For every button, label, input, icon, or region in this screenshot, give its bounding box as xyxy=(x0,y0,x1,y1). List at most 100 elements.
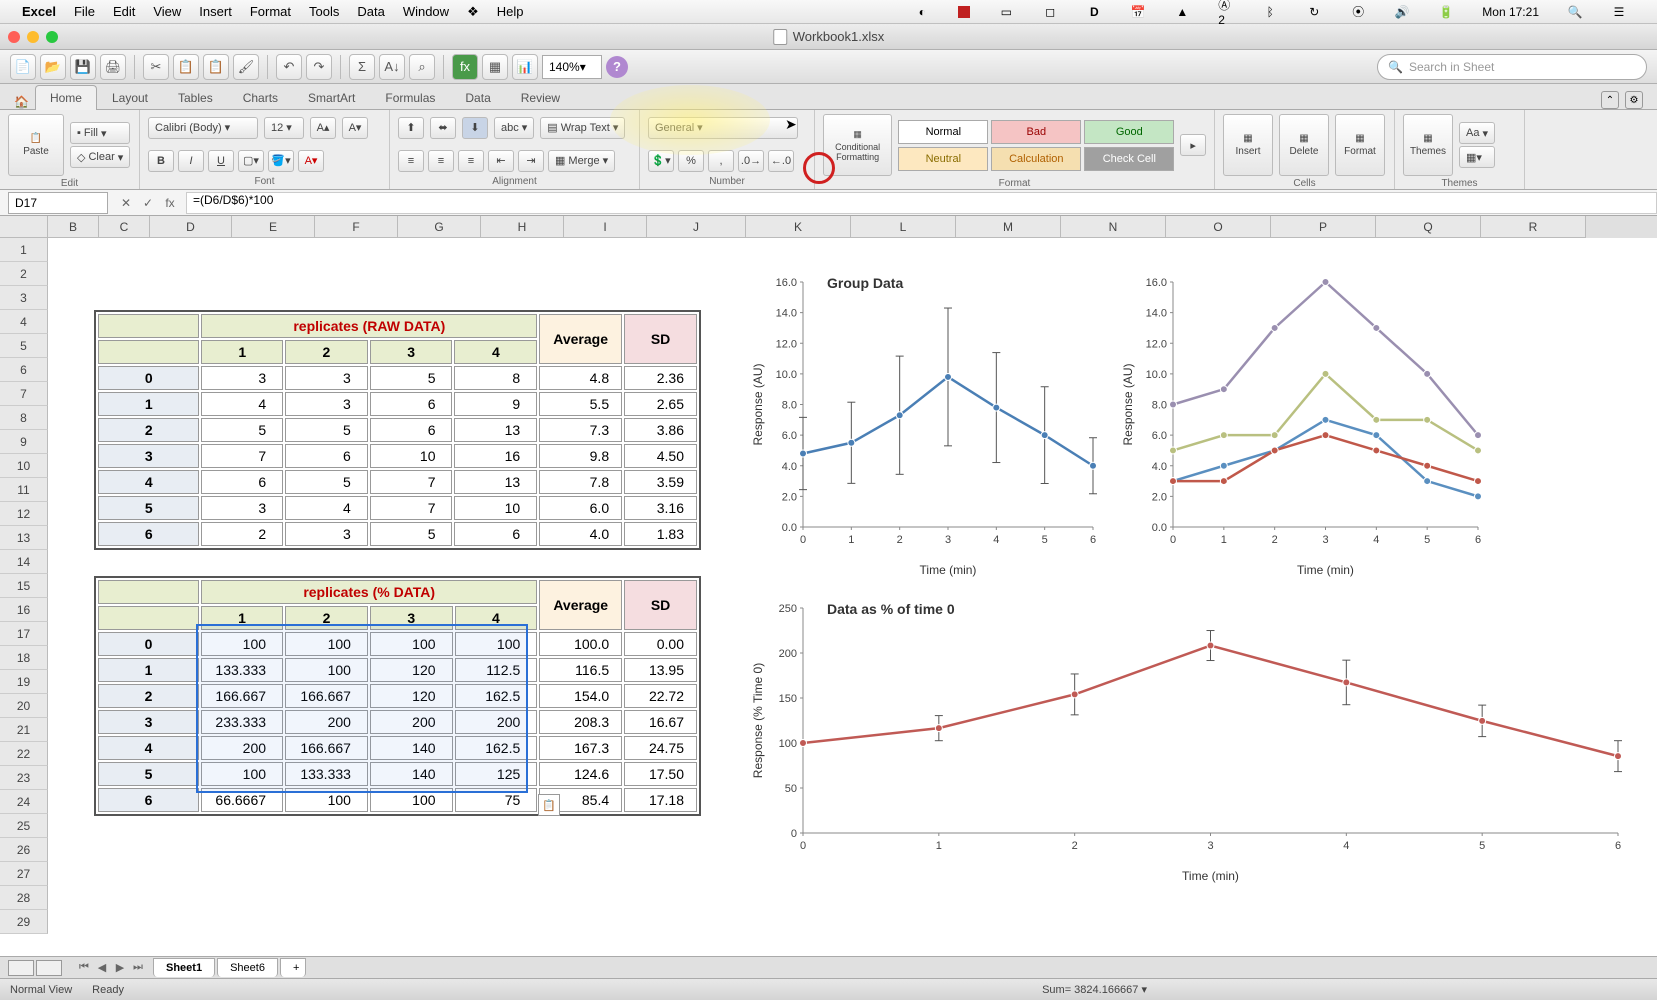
minimize-button[interactable] xyxy=(27,31,39,43)
chart-replicates[interactable]: 0.02.04.06.08.010.012.014.016.00123456Ti… xyxy=(1118,262,1488,582)
delete-cells-button[interactable]: ▦Delete xyxy=(1279,114,1329,176)
increase-decimal-button[interactable]: .0→ xyxy=(738,150,764,172)
menu-file[interactable]: File xyxy=(74,4,95,19)
bold-button[interactable]: B xyxy=(148,150,174,172)
wifi-icon[interactable]: ⦿ xyxy=(1350,4,1366,20)
col-header-E[interactable]: E xyxy=(232,216,315,238)
row-header-12[interactable]: 12 xyxy=(0,502,48,526)
increase-indent-button[interactable]: ⇥ xyxy=(518,150,544,172)
first-sheet-button[interactable]: ⏮ xyxy=(76,960,92,976)
style-calculation[interactable]: Calculation xyxy=(991,147,1081,171)
italic-button[interactable]: I xyxy=(178,150,204,172)
col-header-R[interactable]: R xyxy=(1481,216,1586,238)
decrease-font-button[interactable]: A▾ xyxy=(342,117,368,139)
d-icon[interactable]: D xyxy=(1086,4,1102,20)
spotlight-icon[interactable]: 🔍 xyxy=(1567,4,1583,20)
normal-view-button[interactable] xyxy=(8,960,34,976)
tab-review[interactable]: Review xyxy=(506,85,575,110)
row-header-9[interactable]: 9 xyxy=(0,430,48,454)
spreadsheet-grid[interactable]: replicates (RAW DATA) Average SD 1 2 3 4… xyxy=(48,238,1657,956)
menu-view[interactable]: View xyxy=(153,4,181,19)
theme-fonts-button[interactable]: Aa▾ xyxy=(1459,122,1495,144)
format-painter-button[interactable]: 🖌 xyxy=(233,54,259,80)
conditional-formatting-button[interactable]: ▦Conditional Formatting xyxy=(823,114,892,176)
tab-data[interactable]: Data xyxy=(450,85,505,110)
fx-icon[interactable]: fx xyxy=(160,193,180,213)
menu-help[interactable]: Help xyxy=(497,4,524,19)
open-button[interactable]: 📂 xyxy=(40,54,66,80)
undo-button[interactable]: ↶ xyxy=(276,54,302,80)
row-header-3[interactable]: 3 xyxy=(0,286,48,310)
status-sum[interactable]: Sum= 3824.166667 ▾ xyxy=(1042,983,1147,996)
next-sheet-button[interactable]: ▶ xyxy=(112,960,128,976)
print-button[interactable]: 🖨 xyxy=(100,54,126,80)
themes-button[interactable]: ▦Themes xyxy=(1403,114,1453,176)
col-header-D[interactable]: D xyxy=(150,216,232,238)
filter-button[interactable]: ⌕ xyxy=(409,54,435,80)
row-header-14[interactable]: 14 xyxy=(0,550,48,574)
row-header-24[interactable]: 24 xyxy=(0,790,48,814)
align-middle-button[interactable]: ⬌ xyxy=(430,117,456,139)
row-header-4[interactable]: 4 xyxy=(0,310,48,334)
wrap-text-button[interactable]: ▤ Wrap Text ▾ xyxy=(540,117,625,139)
decrease-indent-button[interactable]: ⇤ xyxy=(488,150,514,172)
styles-more-button[interactable]: ▸ xyxy=(1180,134,1206,156)
formula-input[interactable]: =(D6/D$6)*100 xyxy=(186,192,1657,214)
battery-icon[interactable]: 🔋 xyxy=(1438,4,1454,20)
clear-button[interactable]: ◇ Clear ▾ xyxy=(70,146,130,168)
page-layout-view-button[interactable] xyxy=(36,960,62,976)
prev-sheet-button[interactable]: ◀ xyxy=(94,960,110,976)
tab-smartart[interactable]: SmartArt xyxy=(293,85,370,110)
font-name-select[interactable]: Calibri (Body) ▾ xyxy=(148,117,258,139)
script-menu-icon[interactable]: ❖ xyxy=(467,4,479,20)
add-sheet-button[interactable]: + xyxy=(280,958,306,977)
paste-button[interactable]: 📋 xyxy=(203,54,229,80)
row-header-25[interactable]: 25 xyxy=(0,814,48,838)
align-bottom-button[interactable]: ⬇ xyxy=(462,117,488,139)
sheet-tab-1[interactable]: Sheet1 xyxy=(153,958,215,977)
last-sheet-button[interactable]: ⏭ xyxy=(130,960,146,976)
comma-button[interactable]: , xyxy=(708,150,734,172)
col-header-L[interactable]: L xyxy=(851,216,956,238)
style-good[interactable]: Good xyxy=(1084,120,1174,144)
col-header-N[interactable]: N xyxy=(1061,216,1166,238)
border-button[interactable]: ▢▾ xyxy=(238,150,264,172)
status-icon[interactable]: ◐ xyxy=(914,4,930,20)
row-header-28[interactable]: 28 xyxy=(0,886,48,910)
row-header-2[interactable]: 2 xyxy=(0,262,48,286)
menu-data[interactable]: Data xyxy=(357,4,384,19)
col-header-G[interactable]: G xyxy=(398,216,481,238)
zoom-select[interactable]: 140% ▾ xyxy=(542,55,602,79)
col-header-C[interactable]: C xyxy=(99,216,150,238)
style-bad[interactable]: Bad xyxy=(991,120,1081,144)
record-icon[interactable] xyxy=(958,6,970,18)
row-header-23[interactable]: 23 xyxy=(0,766,48,790)
sort-button[interactable]: A↓ xyxy=(379,54,405,80)
paste-big-button[interactable]: 📋Paste xyxy=(8,114,64,176)
style-check-cell[interactable]: Check Cell xyxy=(1084,147,1174,171)
fill-color-button[interactable]: 🪣▾ xyxy=(268,150,294,172)
list-icon[interactable]: ☰ xyxy=(1611,4,1627,20)
percent-button[interactable]: % xyxy=(678,150,704,172)
tab-layout[interactable]: Layout xyxy=(97,85,163,110)
row-header-7[interactable]: 7 xyxy=(0,382,48,406)
help-button[interactable]: ? xyxy=(606,56,628,78)
row-header-18[interactable]: 18 xyxy=(0,646,48,670)
row-header-22[interactable]: 22 xyxy=(0,742,48,766)
align-right-button[interactable]: ≡ xyxy=(458,150,484,172)
collapse-ribbon-button[interactable]: ⌃ xyxy=(1601,91,1619,109)
tab-tables[interactable]: Tables xyxy=(163,85,228,110)
save-button[interactable]: 💾 xyxy=(70,54,96,80)
col-header-P[interactable]: P xyxy=(1271,216,1376,238)
row-header-29[interactable]: 29 xyxy=(0,910,48,934)
merge-button[interactable]: ▦ Merge ▾ xyxy=(548,150,615,172)
row-header-21[interactable]: 21 xyxy=(0,718,48,742)
row-header-10[interactable]: 10 xyxy=(0,454,48,478)
row-header-16[interactable]: 16 xyxy=(0,598,48,622)
row-header-6[interactable]: 6 xyxy=(0,358,48,382)
dash-icon[interactable]: ▭ xyxy=(998,4,1014,20)
redo-button[interactable]: ↷ xyxy=(306,54,332,80)
row-header-13[interactable]: 13 xyxy=(0,526,48,550)
window-icon[interactable]: ◻ xyxy=(1042,4,1058,20)
bluetooth-icon[interactable]: ᛒ xyxy=(1262,4,1278,20)
